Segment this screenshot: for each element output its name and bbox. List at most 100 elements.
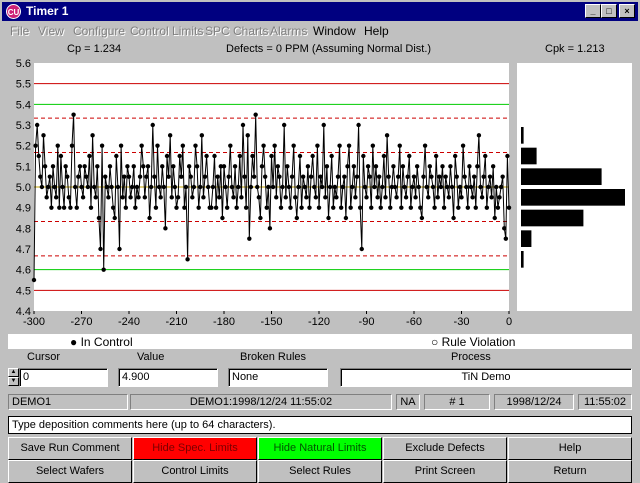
data-point xyxy=(33,143,38,148)
spc-chart[interactable]: 4.44.54.64.74.84.95.05.15.25.35.45.55.6 … xyxy=(0,58,640,334)
data-point xyxy=(223,184,228,190)
data-point xyxy=(332,184,338,190)
data-point xyxy=(440,164,445,169)
help-button[interactable]: Help xyxy=(508,437,632,460)
data-point xyxy=(76,174,81,179)
data-point xyxy=(335,174,341,179)
exclude-defects-button[interactable]: Exclude Defects xyxy=(383,437,507,460)
y-tick-label: 4.5 xyxy=(16,285,31,297)
data-point xyxy=(476,133,482,138)
data-point xyxy=(495,205,501,210)
data-point xyxy=(372,184,377,190)
cursor-field[interactable]: 0 xyxy=(19,368,108,387)
data-point xyxy=(229,184,235,190)
data-point xyxy=(326,215,331,221)
data-point xyxy=(443,174,448,179)
title-bar[interactable]: CU Timer 1 _ □ × xyxy=(2,2,638,21)
data-point xyxy=(44,195,49,200)
data-point xyxy=(446,195,452,200)
data-point xyxy=(486,184,491,190)
data-point xyxy=(93,195,98,200)
data-point xyxy=(291,143,296,148)
x-tick-label: -270 xyxy=(70,316,92,328)
data-point xyxy=(378,205,383,210)
data-point xyxy=(34,122,40,128)
data-point xyxy=(215,174,220,179)
data-point xyxy=(365,164,371,169)
histogram-bar xyxy=(521,230,532,247)
data-point xyxy=(117,246,122,252)
menu-help[interactable]: Help xyxy=(364,24,389,38)
data-point xyxy=(202,174,208,179)
data-point xyxy=(194,164,200,169)
data-point xyxy=(506,205,512,210)
data-point xyxy=(90,133,95,138)
data-point xyxy=(448,164,453,169)
process-label: Process xyxy=(451,351,491,363)
data-point xyxy=(128,195,133,200)
data-point xyxy=(375,195,380,200)
menu-configure[interactable]: Configure xyxy=(73,24,125,38)
data-point xyxy=(186,164,192,169)
x-tick-label: -120 xyxy=(308,316,330,328)
data-point xyxy=(255,184,260,190)
minimize-button[interactable]: _ xyxy=(585,4,601,18)
cursor-spinner[interactable]: ▲ ▼ xyxy=(8,368,19,387)
menu-window[interactable]: Window xyxy=(313,24,356,38)
data-point xyxy=(505,153,510,159)
menu-bar: File View Configure Control Limits SPC C… xyxy=(2,21,638,40)
data-point xyxy=(494,184,499,190)
maximize-button[interactable]: □ xyxy=(601,4,617,18)
data-point xyxy=(213,205,219,210)
data-point xyxy=(239,195,244,200)
data-point xyxy=(346,143,352,148)
data-point xyxy=(126,174,132,179)
value-field[interactable]: 4.900 xyxy=(118,368,218,387)
menu-control-limits[interactable]: Control Limits xyxy=(130,24,203,38)
data-point xyxy=(484,205,490,210)
spin-up-icon[interactable]: ▲ xyxy=(8,368,19,377)
data-point xyxy=(331,205,336,210)
data-point xyxy=(430,184,436,190)
close-button[interactable]: × xyxy=(619,4,635,18)
app-icon[interactable]: CU xyxy=(6,4,21,19)
data-point xyxy=(53,195,59,200)
process-field[interactable]: TiN Demo xyxy=(340,368,632,387)
data-point xyxy=(39,184,45,190)
data-point xyxy=(384,133,390,138)
save-run-comment-button[interactable]: Save Run Comment xyxy=(8,437,132,460)
data-point xyxy=(445,184,450,190)
broken-rules-field[interactable]: None xyxy=(228,368,328,387)
data-point xyxy=(313,195,319,200)
data-point xyxy=(120,195,125,200)
menu-spc-charts[interactable]: SPC Charts xyxy=(205,24,268,38)
x-tick-label: -180 xyxy=(213,316,235,328)
data-point xyxy=(429,174,434,179)
data-point xyxy=(82,164,87,169)
data-point xyxy=(422,143,428,148)
menu-file[interactable]: File xyxy=(10,24,29,38)
data-point xyxy=(228,143,233,148)
data-point xyxy=(55,143,60,148)
comment-input[interactable]: Type deposition comments here (up to 64 … xyxy=(8,416,632,434)
data-point xyxy=(438,184,444,190)
data-point xyxy=(402,184,407,190)
data-point xyxy=(50,164,56,169)
data-point xyxy=(169,195,174,200)
chart-legend: ● In Control ○ Rule Violation xyxy=(8,334,632,349)
data-point xyxy=(177,153,182,159)
menu-alarms[interactable]: Alarms xyxy=(270,24,307,38)
data-point xyxy=(115,184,121,190)
spin-down-icon[interactable]: ▼ xyxy=(8,377,19,386)
data-point xyxy=(109,184,114,190)
data-point xyxy=(418,205,423,210)
menu-view[interactable]: View xyxy=(38,24,64,38)
hide-natural-limits-button[interactable]: Hide Natural Limits xyxy=(258,437,382,460)
data-point xyxy=(419,215,425,221)
data-point xyxy=(296,184,301,190)
x-tick-label: -150 xyxy=(260,316,282,328)
data-point xyxy=(345,164,350,169)
y-tick-label: 4.9 xyxy=(16,203,31,215)
hide-spec-limits-button[interactable]: Hide Spec. Limits xyxy=(133,437,257,460)
data-point xyxy=(475,164,480,169)
